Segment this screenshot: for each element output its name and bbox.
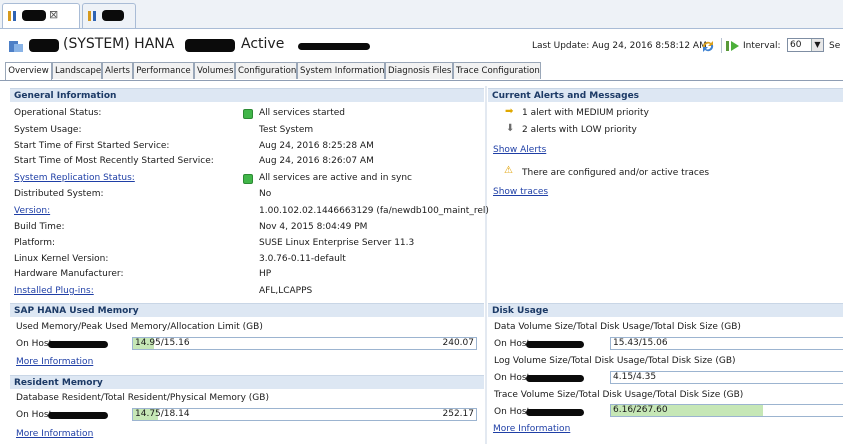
disk-more-link[interactable]: More Information: [493, 422, 570, 436]
version-value: 1.00.102.02.1446663129 (fa/newdb100_main…: [259, 206, 489, 216]
resident-memory-bar-text: 14.75/18.14: [135, 409, 190, 419]
interval-label: Interval:: [743, 41, 781, 51]
chevron-down-icon[interactable]: ▼: [811, 39, 823, 51]
interval-select[interactable]: 60 ▼: [787, 38, 824, 52]
resident-memory-host-label: On Host: [16, 410, 53, 420]
resident-memory-more-link[interactable]: More Information: [16, 427, 93, 441]
resident-memory-caption: Database Resident/Total Resident/Physica…: [16, 393, 269, 403]
kernel-value: 3.0.76-0.11-default: [259, 254, 346, 264]
operational-status-label: Operational Status:: [14, 108, 102, 118]
alert-low-text: 2 alerts with LOW priority: [522, 125, 637, 135]
trace-message: There are configured and/or active trace…: [522, 168, 710, 178]
toolbar-separator: [721, 38, 722, 53]
general-information-header: General Information: [10, 88, 484, 102]
hana-memory-caption: Used Memory/Peak Used Memory/Allocation …: [16, 322, 263, 332]
editor-tab-second[interactable]: [82, 3, 136, 28]
log-volume-host-label: On Host: [494, 373, 531, 383]
arrow-right-icon: ➡: [505, 106, 514, 117]
tab-alerts[interactable]: Alerts: [102, 62, 133, 79]
log-volume-caption: Log Volume Size/Total Disk Usage/Total D…: [494, 356, 736, 366]
start-first-label: Start Time of First Started Service:: [14, 141, 170, 151]
start-recent-label: Start Time of Most Recently Started Serv…: [14, 156, 214, 166]
system-replication-link[interactable]: System Replication Status:: [14, 171, 135, 185]
build-time-value: Nov 4, 2015 8:04:49 PM: [259, 222, 368, 232]
arrow-down-icon: ⬇: [506, 123, 515, 134]
warning-icon: ⚠: [504, 165, 513, 176]
platform-label: Platform:: [14, 238, 55, 248]
build-time-label: Build Time:: [14, 222, 65, 232]
installed-plugins-link[interactable]: Installed Plug-ins:: [14, 284, 94, 298]
distributed-label: Distributed System:: [14, 189, 104, 199]
tab-volumes[interactable]: Volumes: [194, 62, 235, 79]
trace-volume-bar-text: 6.16/267.60: [613, 405, 668, 415]
editor-tab-system[interactable]: ⊠: [2, 3, 80, 28]
column-divider: [485, 86, 487, 444]
hana-memory-limit: 240.07: [442, 338, 475, 348]
hana-memory-header: SAP HANA Used Memory: [10, 303, 484, 317]
tab-overview[interactable]: Overview: [5, 62, 52, 80]
show-alerts-link[interactable]: Show Alerts: [493, 143, 546, 157]
status-green-icon: [243, 174, 253, 184]
interval-value: 60: [790, 40, 802, 50]
trace-volume-host-label: On Host: [494, 407, 531, 417]
distributed-value: No: [259, 189, 272, 199]
play-icon[interactable]: [726, 40, 740, 52]
trace-volume-caption: Trace Volume Size/Total Disk Usage/Total…: [494, 390, 744, 400]
system-title: (SYSTEM) HANA: [63, 36, 175, 52]
hardware-label: Hardware Manufacturer:: [14, 269, 124, 279]
hana-memory-host-label: On Host: [16, 339, 53, 349]
version-link[interactable]: Version:: [14, 204, 50, 218]
platform-value: SUSE Linux Enterprise Server 11.3: [259, 238, 415, 248]
data-volume-caption: Data Volume Size/Total Disk Usage/Total …: [494, 322, 741, 332]
tab-landscape[interactable]: Landscape: [52, 62, 102, 79]
start-recent-value: Aug 24, 2016 8:26:07 AM: [259, 156, 374, 166]
refresh-icon[interactable]: [700, 39, 716, 53]
system-replication-value: All services are active and in sync: [259, 173, 412, 183]
toolbar-overflow-text: Se: [829, 41, 841, 51]
disk-usage-header: Disk Usage: [488, 303, 843, 317]
data-volume-host-label: On Host: [494, 339, 531, 349]
start-first-value: Aug 24, 2016 8:25:28 AM: [259, 141, 374, 151]
hana-memory-bar: 14.95/15.16 240.07: [132, 337, 477, 350]
status-green-icon: [243, 109, 253, 119]
operational-status-value: All services started: [259, 108, 346, 118]
system-usage-value: Test System: [259, 125, 314, 135]
resident-memory-bar: 14.75/18.14 252.17: [132, 408, 477, 421]
kernel-label: Linux Kernel Version:: [14, 254, 109, 264]
hana-system-icon: [8, 11, 16, 21]
close-icon[interactable]: ⊠: [49, 8, 58, 21]
trace-volume-bar: 6.16/267.60: [610, 404, 843, 417]
alert-medium-text: 1 alert with MEDIUM priority: [522, 108, 649, 118]
show-traces-link[interactable]: Show traces: [493, 185, 548, 199]
database-icon: [9, 41, 23, 52]
data-volume-bar: 15.43/15.06: [610, 337, 843, 350]
hana-system-icon: [88, 11, 96, 21]
data-volume-bar-text: 15.43/15.06: [613, 338, 668, 348]
log-volume-bar: 4.15/4.35: [610, 371, 843, 384]
status-word: Active: [241, 36, 285, 52]
last-update-value: Aug 24, 2016 8:58:12 AM: [592, 41, 707, 51]
view-tab-bar: Overview Landscape Alerts Performance Vo…: [0, 62, 843, 81]
tab-configuration[interactable]: Configuration: [235, 62, 297, 79]
tab-performance[interactable]: Performance: [133, 62, 194, 79]
hana-memory-bar-text: 14.95/15.16: [135, 338, 190, 348]
resident-memory-header: Resident Memory: [10, 375, 484, 389]
hardware-value: HP: [259, 269, 272, 279]
system-usage-label: System Usage:: [14, 125, 82, 135]
resident-memory-physical: 252.17: [442, 409, 475, 419]
tab-system-information[interactable]: System Information: [297, 62, 385, 79]
last-update-label: Last Update:: [532, 41, 590, 51]
alerts-header: Current Alerts and Messages: [488, 88, 843, 102]
tab-diagnosis-files[interactable]: Diagnosis Files: [385, 62, 453, 79]
editor-tab-strip: ⊠: [0, 0, 843, 29]
tab-trace-configuration[interactable]: Trace Configuration: [453, 62, 541, 79]
hana-memory-more-link[interactable]: More Information: [16, 355, 93, 369]
installed-plugins-value: AFL,LCAPPS: [259, 286, 313, 296]
log-volume-bar-text: 4.15/4.35: [613, 372, 657, 382]
